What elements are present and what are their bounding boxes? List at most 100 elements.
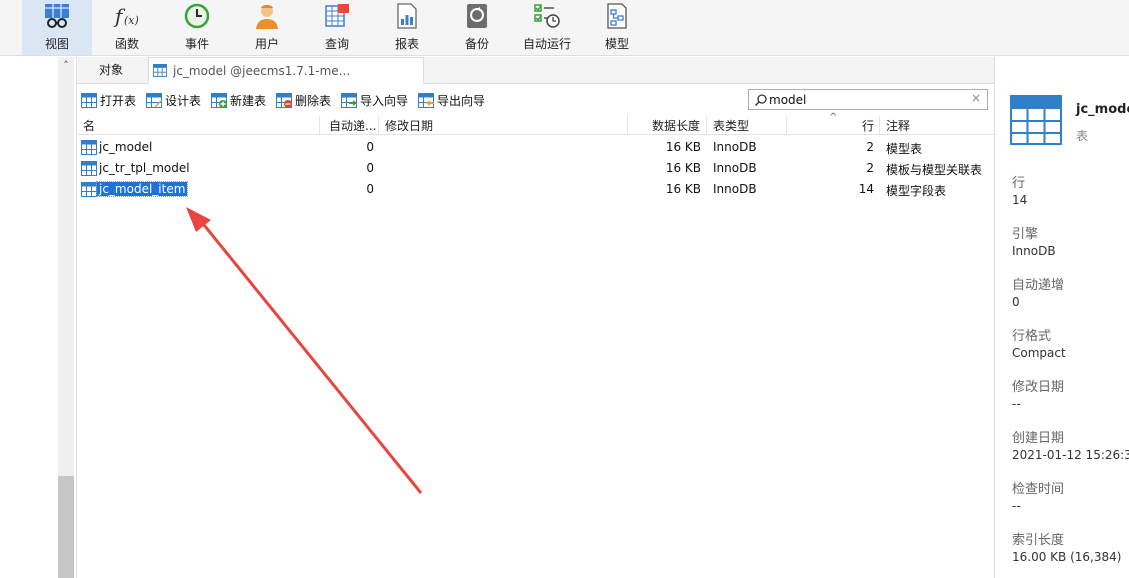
ribbon-view-button[interactable]: 视图 [22, 0, 92, 55]
ribbon-label: 视图 [44, 37, 69, 51]
column-data-length-header[interactable]: 数据长度 [652, 117, 700, 134]
divider [76, 57, 77, 578]
details-subtitle: 表 [1076, 129, 1089, 143]
details-title: jc_model_item [1076, 102, 1129, 117]
detail-label: 修改日期 [1012, 380, 1065, 395]
view-icon [45, 4, 69, 28]
ribbon-model-button[interactable]: 模型 [582, 0, 652, 55]
delete-table-icon [276, 93, 292, 108]
ribbon-report-button[interactable]: 报表 [372, 0, 442, 55]
export-wizard-button[interactable]: 导出向导 [418, 92, 485, 110]
table-large-icon [1010, 95, 1062, 145]
column-name-header[interactable]: 名 [83, 117, 95, 134]
ribbon-label: 用户 [254, 37, 279, 51]
delete-table-label: 删除表 [295, 94, 332, 108]
table-name: jc_model [99, 140, 153, 154]
sort-ascending-icon: ^ [829, 112, 838, 123]
table-name: jc_model_item [95, 181, 189, 197]
ribbon-label: 查询 [324, 37, 349, 51]
column-comment-header[interactable]: 注释 [886, 117, 910, 134]
object-details-panel: jc_model_item 表 行 14 引擎 InnoDB 自动递增 0 行格… [995, 57, 1129, 578]
import-wizard-button[interactable]: 导入向导 [341, 92, 408, 110]
column-divider[interactable] [319, 115, 320, 135]
design-table-icon [146, 93, 162, 108]
table-row[interactable]: jc_tr_tpl_model 0 16 KB InnoDB 2 模板与模型关联… [77, 158, 994, 179]
rows-value: 14 [858, 182, 874, 196]
autorun-icon [534, 4, 560, 28]
detail-label: 行 [1012, 176, 1026, 191]
export-wizard-label: 导出向导 [437, 94, 486, 108]
tab-table-label: jc_model @jeecms1.7.1-me... [173, 64, 351, 78]
column-divider[interactable] [627, 115, 628, 135]
import-icon [341, 93, 357, 108]
ribbon-label: 备份 [464, 37, 489, 51]
comment-value: 模型表 [886, 142, 923, 156]
search-icon [754, 94, 767, 107]
event-clock-icon [184, 3, 210, 29]
search-input[interactable] [769, 91, 969, 108]
table-icon [81, 161, 97, 176]
export-icon [418, 93, 434, 108]
tab-table-jc-model[interactable]: jc_model @jeecms1.7.1-me... [148, 57, 424, 84]
navicat-window: 视图 f (x) 函数 事件 用户 查询 报表 备份 自动运行 模型 ˄ 对象 … [0, 0, 1129, 578]
ribbon-backup-button[interactable]: 备份 [442, 0, 512, 55]
scroll-up-icon[interactable]: ˄ [58, 59, 74, 73]
column-rows-header[interactable]: 行 [862, 117, 874, 134]
new-table-button[interactable]: 新建表 [211, 92, 266, 110]
detail-value: Compact [1012, 346, 1066, 360]
open-table-icon [81, 93, 97, 108]
comment-value: 模型字段表 [886, 184, 947, 198]
detail-value: 0 [1012, 295, 1020, 309]
engine-value: InnoDB [713, 161, 757, 175]
table-icon [81, 182, 97, 197]
ribbon-label: 事件 [184, 37, 209, 51]
tab-objects[interactable]: 对象 [89, 57, 147, 84]
report-icon [397, 3, 417, 29]
column-divider[interactable] [786, 115, 787, 135]
table-row-selected[interactable]: jc_model_item 0 16 KB InnoDB 14 模型字段表 [77, 179, 994, 200]
table-row[interactable]: jc_model 0 16 KB InnoDB 2 模型表 [77, 137, 994, 158]
rows-value: 2 [866, 161, 874, 175]
ribbon-autorun-button[interactable]: 自动运行 [512, 0, 582, 55]
open-table-button[interactable]: 打开表 [81, 92, 136, 110]
ribbon-label: 自动运行 [522, 37, 571, 51]
table-header: 名 自动递... 修改日期 数据长度 表类型 ^ 行 注释 [77, 112, 994, 135]
object-toolbar: 打开表 设计表 新建表 删除表 导入向导 导出向导 model × [77, 85, 994, 115]
svg-text:(x): (x) [124, 14, 139, 27]
clear-search-icon[interactable]: × [971, 91, 981, 105]
scrollbar-thumb[interactable] [58, 476, 74, 578]
design-table-button[interactable]: 设计表 [146, 92, 201, 110]
ribbon-function-button[interactable]: f (x) 函数 [92, 0, 162, 55]
user-icon [256, 5, 278, 29]
column-modified-header[interactable]: 修改日期 [385, 117, 433, 134]
auto-increment-value: 0 [366, 182, 374, 196]
comment-value: 模板与模型关联表 [886, 163, 983, 177]
search-box[interactable]: × [748, 89, 988, 110]
column-auto-increment-header[interactable]: 自动递... [329, 117, 376, 134]
detail-value: 16.00 KB (16,384) [1012, 550, 1122, 564]
ribbon-query-button[interactable]: 查询 [302, 0, 372, 55]
auto-increment-value: 0 [366, 161, 374, 175]
column-engine-header[interactable]: 表类型 [713, 117, 749, 134]
detail-value: InnoDB [1012, 244, 1056, 258]
open-table-label: 打开表 [100, 94, 137, 108]
new-table-icon [211, 93, 227, 108]
detail-label: 引擎 [1012, 227, 1039, 242]
table-name: jc_tr_tpl_model [99, 161, 190, 175]
ribbon-user-button[interactable]: 用户 [232, 0, 302, 55]
ribbon-label: 报表 [394, 37, 419, 51]
import-wizard-label: 导入向导 [360, 94, 409, 108]
ribbon-event-button[interactable]: 事件 [162, 0, 232, 55]
rows-value: 2 [866, 140, 874, 154]
ribbon-toolbar: 视图 f (x) 函数 事件 用户 查询 报表 备份 自动运行 模型 [0, 0, 1129, 56]
model-icon [607, 3, 627, 29]
delete-table-button[interactable]: 删除表 [276, 92, 331, 110]
column-divider[interactable] [706, 115, 707, 135]
column-divider[interactable] [378, 115, 379, 135]
data-length-value: 16 KB [665, 140, 701, 154]
detail-label: 检查时间 [1012, 482, 1065, 497]
detail-label: 行格式 [1012, 329, 1052, 344]
design-table-label: 设计表 [165, 94, 202, 108]
column-divider[interactable] [879, 115, 880, 135]
detail-value: -- [1012, 499, 1021, 513]
